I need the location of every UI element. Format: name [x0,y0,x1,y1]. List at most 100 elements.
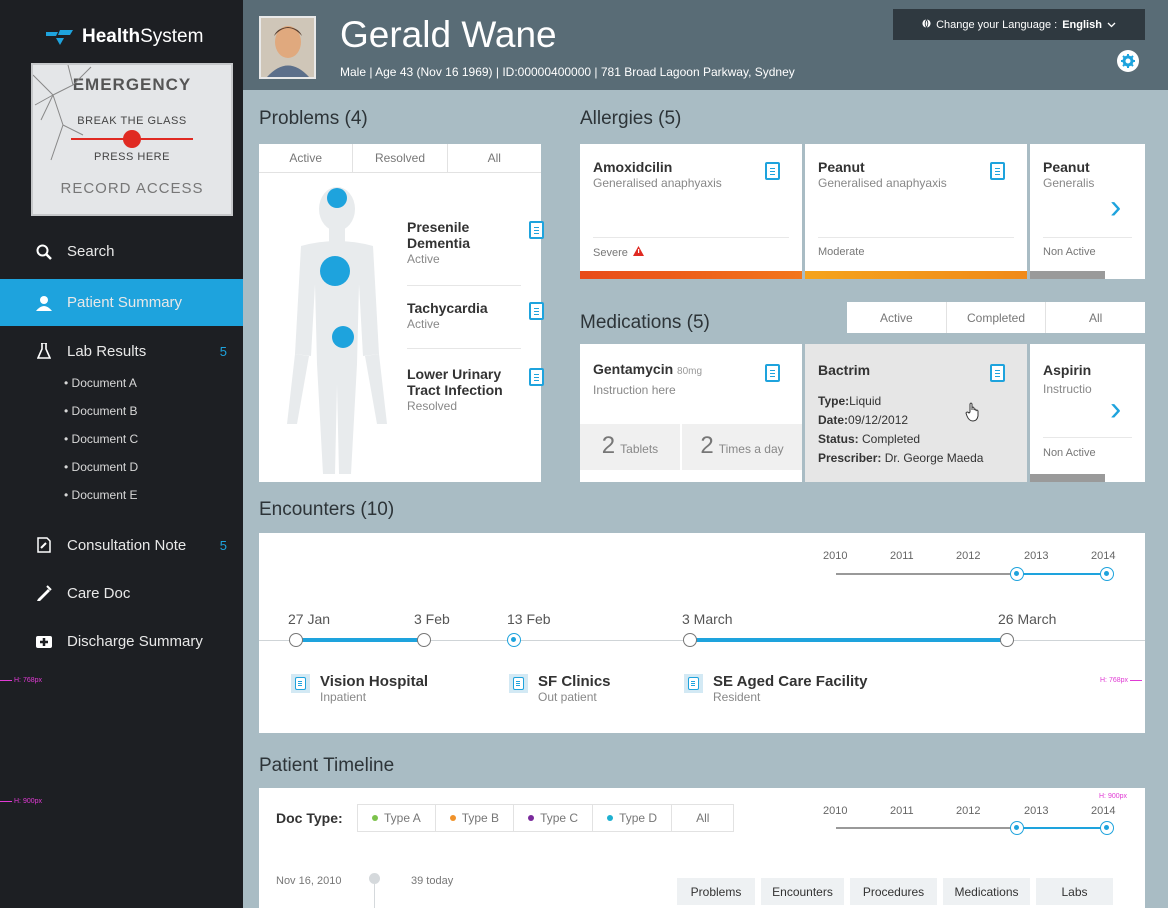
lab-doc-e[interactable]: • Document E [64,488,138,502]
problems-title: Problems (4) [259,108,368,129]
problem-marker-abdomen[interactable] [332,326,354,348]
medications-tabs: Active Completed All [847,302,1145,333]
filter-type-d[interactable]: Type D [593,805,673,831]
range-handle-end[interactable] [1100,567,1114,581]
category-medications[interactable]: Medications [943,878,1030,905]
guide-900: H: 900px [0,798,42,805]
problem-item[interactable]: Presenile Dementia Active [407,219,544,267]
problems-card: Active Resolved All Presenile Dementia A… [259,144,544,482]
logo-icon [46,30,73,45]
encounter-node[interactable] [1000,633,1014,647]
medication-card[interactable]: Aspirin Instructio Non Active › [1030,344,1145,482]
category-problems[interactable]: Problems [677,878,755,905]
timeline-title: Patient Timeline [259,755,395,776]
flask-icon [34,343,54,359]
globe-icon [922,18,931,31]
encounter-node[interactable] [289,633,303,647]
nav-consultation-note-label: Consultation Note [67,536,187,554]
status-bar [1030,474,1105,482]
document-icon[interactable] [765,162,780,180]
filter-type-b[interactable]: Type B [436,805,515,831]
emergency-access-button[interactable]: EMERGENCY BREAK THE GLASS PRESS HERE REC… [31,63,233,216]
problem-marker-head[interactable] [327,188,347,208]
tab-problems-active[interactable]: Active [259,144,354,172]
problem-marker-chest[interactable] [320,256,350,286]
tab-problems-resolved[interactable]: Resolved [353,144,448,172]
filter-type-a[interactable]: Type A [358,805,436,831]
patient-name: Gerald Wane [340,14,557,55]
filter-type-all[interactable]: All [672,805,733,831]
chevron-right-icon[interactable]: › [1110,188,1121,227]
nav-lab-results-label: Lab Results [67,342,147,360]
encounter-facility[interactable]: Vision Hospital Inpatient [291,674,428,704]
guide-900-right: H: 900px [1099,793,1128,800]
encounter-span [690,638,1007,642]
timeline-entry-note: 39 today [411,875,454,887]
document-icon[interactable] [529,368,544,386]
chevron-down-icon [1107,19,1116,31]
severity-bar [1030,271,1105,279]
document-icon[interactable] [529,221,544,239]
problem-item[interactable]: Lower Urinary Tract Infection Resolved [407,366,544,414]
range-handle-start[interactable] [1010,821,1024,835]
guide-768: H: 768px [0,677,42,684]
chevron-right-icon[interactable]: › [1110,390,1121,429]
tab-med-completed[interactable]: Completed [947,302,1047,333]
document-icon[interactable] [990,364,1005,382]
category-procedures[interactable]: Procedures [850,878,937,905]
tab-med-active[interactable]: Active [847,302,947,333]
nav-patient-summary-label: Patient Summary [67,294,183,311]
lab-results-badge: 5 [219,343,227,359]
encounter-facility[interactable]: SE Aged Care Facility Resident [684,674,868,704]
range-handle-end[interactable] [1100,821,1114,835]
patient-info: Male | Age 43 (Nov 16 1969) | ID:0000040… [340,65,795,79]
pen-icon [34,584,54,602]
nav-lab-results[interactable]: Lab Results 5 [0,338,243,364]
document-icon[interactable] [529,302,544,320]
nav-discharge-summary[interactable]: Discharge Summary [0,627,243,655]
medication-card-expanded[interactable]: Bactrim Type:Liquid Date:09/12/2012 Stat… [805,344,1027,482]
category-encounters[interactable]: Encounters [761,878,844,905]
settings-gear-icon[interactable] [1117,50,1139,72]
timeline-panel: Doc Type: Type A Type B Type C Type D Al… [259,788,1145,908]
category-labs[interactable]: Labs [1036,878,1113,905]
medkit-icon [34,633,54,649]
nav-discharge-summary-label: Discharge Summary [67,632,203,650]
encounter-node[interactable] [683,633,697,647]
nav-consultation-note[interactable]: Consultation Note 5 [0,531,243,559]
language-value: English [1062,18,1102,31]
lab-doc-c[interactable]: • Document C [64,432,138,446]
encounter-node-selected[interactable] [507,633,521,647]
problem-status: Active [407,317,440,331]
document-icon[interactable] [765,364,780,382]
language-selector[interactable]: Change your Language : English [893,9,1145,40]
tab-problems-all[interactable]: All [448,144,541,172]
lab-doc-d[interactable]: • Document D [64,460,138,474]
lab-doc-b[interactable]: • Document B [64,404,138,418]
nav-search[interactable]: Search [0,230,243,273]
encounter-facility[interactable]: SF Clinics Out patient [509,674,611,704]
emergency-line3: RECORD ACCESS [60,180,204,197]
timeline-entry-node[interactable] [369,873,380,884]
problem-status: Resolved [407,399,458,413]
med-frequency: 2 Times a day [700,432,784,459]
problem-item[interactable]: Tachycardia Active [407,300,544,332]
lab-doc-a[interactable]: • Document A [64,376,137,390]
filter-type-c[interactable]: Type C [514,805,594,831]
app-logo[interactable]: HealthSystem [46,26,203,48]
allergy-card[interactable]: Peanut Generalis Non Active › [1030,144,1145,279]
nav-search-label: Search [67,243,115,260]
nav-patient-summary[interactable]: Patient Summary [0,279,243,326]
guide-768-right: H: 768px [1100,677,1144,684]
document-icon [509,674,528,693]
allergy-card[interactable]: Amoxidcilin Generalised anaphyaxis Sever… [580,144,802,279]
range-handle-start[interactable] [1010,567,1024,581]
note-icon [34,537,54,553]
encounter-node[interactable] [417,633,431,647]
document-icon[interactable] [990,162,1005,180]
tab-med-all[interactable]: All [1046,302,1145,333]
medication-card[interactable]: Gentamycin 80mg Instruction here 2 Tablet… [580,344,802,482]
document-icon [684,674,703,693]
allergy-card[interactable]: Peanut Generalised anaphyaxis Moderate [805,144,1027,279]
nav-care-doc[interactable]: Care Doc [0,579,243,607]
